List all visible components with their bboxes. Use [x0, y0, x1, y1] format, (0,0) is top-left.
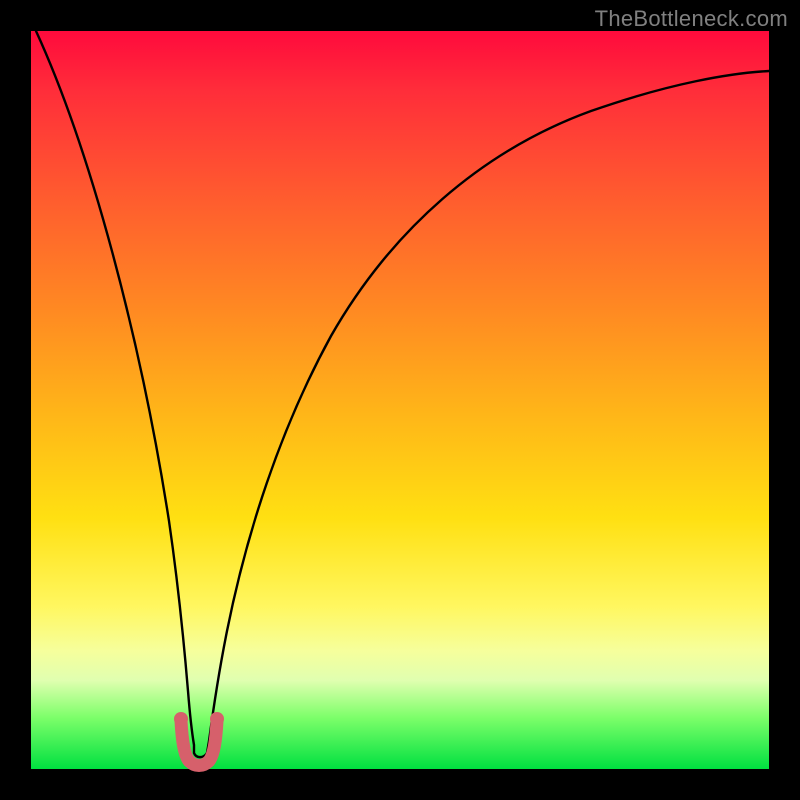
chart-frame: TheBottleneck.com [0, 0, 800, 800]
highlight-dip [181, 721, 217, 766]
highlight-dot-left [174, 712, 188, 726]
bottleneck-curve [36, 31, 769, 757]
curve-svg [31, 31, 769, 769]
plot-area [31, 31, 769, 769]
watermark-text: TheBottleneck.com [595, 6, 788, 32]
highlight-dot-right [210, 712, 224, 726]
